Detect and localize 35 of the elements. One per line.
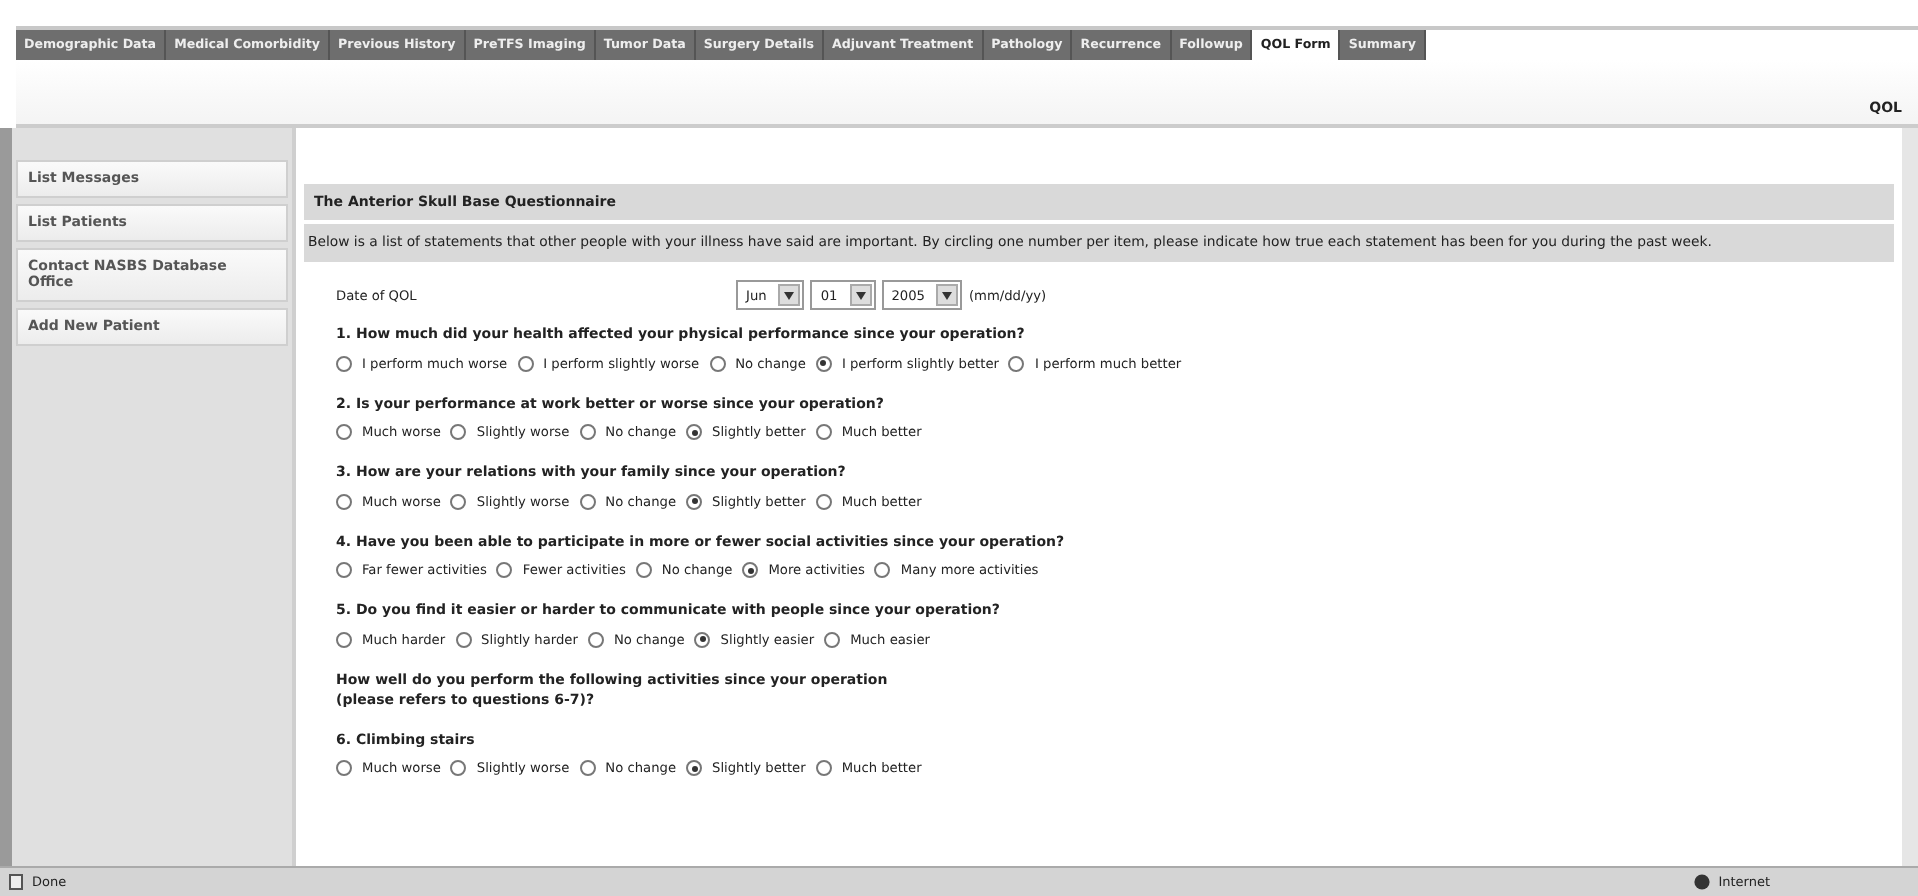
radio-button[interactable]: [336, 424, 352, 441]
radio-button[interactable]: [815, 760, 832, 777]
radio-button[interactable]: [579, 493, 596, 510]
radio-button[interactable]: [686, 493, 703, 510]
radio-button[interactable]: [579, 424, 596, 441]
radio-button[interactable]: [450, 760, 467, 777]
radio-button[interactable]: [1008, 355, 1025, 372]
radio-button[interactable]: [517, 355, 534, 372]
radio-button[interactable]: [336, 355, 352, 372]
globe-icon: [1694, 874, 1711, 890]
caret-icon: [784, 291, 795, 300]
radio-button[interactable]: [336, 493, 352, 510]
caret-icon: [855, 291, 866, 300]
radio-button[interactable]: [587, 631, 604, 648]
page-icon: [8, 874, 24, 890]
radio-button[interactable]: [874, 562, 891, 579]
radio-button[interactable]: [694, 631, 711, 648]
radio-button[interactable]: [815, 493, 832, 510]
radio-button[interactable]: [579, 760, 596, 777]
radio-button[interactable]: [686, 424, 703, 441]
radio-button[interactable]: [450, 493, 467, 510]
radio-button[interactable]: [709, 355, 726, 372]
radio-button[interactable]: [455, 631, 472, 648]
radio-button[interactable]: [686, 760, 703, 777]
radio-button[interactable]: [635, 562, 652, 579]
radio-button[interactable]: [336, 760, 352, 777]
radio-button[interactable]: [815, 424, 832, 441]
radio-button[interactable]: [815, 355, 832, 372]
radio-button[interactable]: [742, 562, 759, 579]
radio-button[interactable]: [496, 562, 513, 579]
caret-icon: [942, 291, 953, 300]
radio-button[interactable]: [450, 424, 467, 441]
radio-button[interactable]: [336, 631, 352, 648]
radio-button[interactable]: [336, 562, 352, 579]
radio-button[interactable]: [824, 631, 841, 648]
